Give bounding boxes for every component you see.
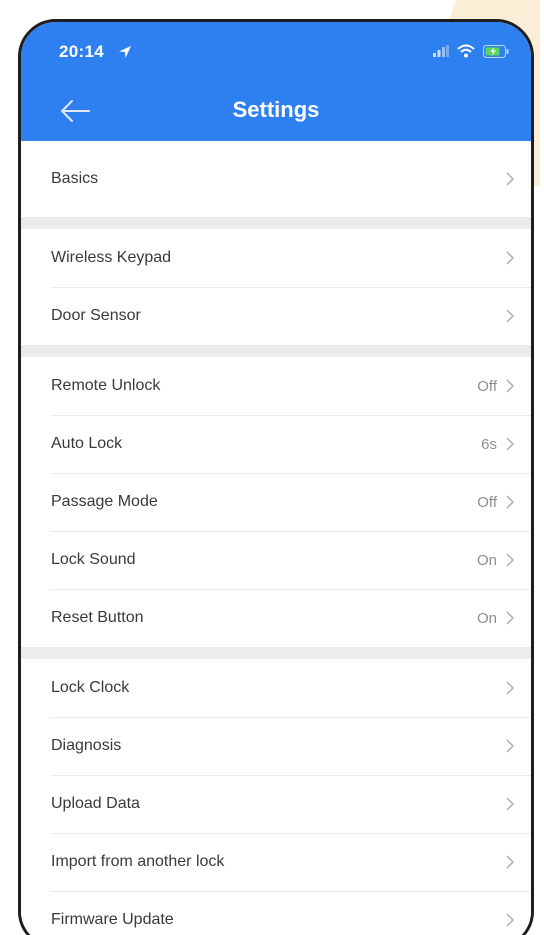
chevron-right-icon [506,611,515,625]
settings-row-import-from-another-lock[interactable]: Import from another lock [21,833,531,891]
settings-row-lock-sound[interactable]: Lock Sound On [21,531,531,589]
group-separator [21,345,531,357]
phone-frame: 20:14 Settings Basics Wireless Keypad Do… [18,19,534,935]
settings-group-lock-options: Remote Unlock Off Auto Lock 6s Passage M… [21,357,531,647]
settings-row-upload-data[interactable]: Upload Data [21,775,531,833]
row-label: Lock Clock [51,679,130,696]
group-separator [21,217,531,229]
settings-group-maintenance: Lock Clock Diagnosis Upload Data Import … [21,659,531,935]
chevron-right-icon [506,251,515,265]
row-value: On [476,551,497,569]
settings-group-accessories: Wireless Keypad Door Sensor [21,229,531,345]
row-value: Off [477,493,497,511]
status-icons [433,44,509,58]
row-label: Upload Data [51,795,140,812]
settings-row-firmware-update[interactable]: Firmware Update [21,891,531,935]
row-label: Remote Unlock [51,377,161,394]
app-header: 20:14 Settings [21,22,531,141]
group-separator [21,647,531,659]
row-label: Wireless Keypad [51,249,172,266]
row-label: Auto Lock [51,435,123,452]
status-time: 20:14 [59,42,104,61]
chevron-right-icon [506,495,515,509]
settings-row-basics[interactable]: Basics [21,141,531,217]
chevron-right-icon [506,913,515,927]
row-label: Basics [51,170,99,187]
settings-row-lock-clock[interactable]: Lock Clock [21,659,531,717]
row-label: Passage Mode [51,493,158,510]
chevron-right-icon [506,309,515,323]
row-value: Off [477,377,497,395]
chevron-right-icon [506,681,515,695]
chevron-right-icon [506,797,515,811]
chevron-right-icon [506,379,515,393]
settings-group-basics: Basics [21,141,531,217]
settings-row-wireless-keypad[interactable]: Wireless Keypad [21,229,531,287]
settings-row-door-sensor[interactable]: Door Sensor [21,287,531,345]
wifi-icon [457,44,475,58]
row-value: 6s [481,435,497,453]
row-label: Diagnosis [51,737,122,754]
row-label: Firmware Update [51,911,174,928]
row-label: Import from another lock [51,853,225,870]
chevron-right-icon [506,553,515,567]
page-title: Settings [232,97,320,122]
row-label: Reset Button [51,609,144,626]
chevron-right-icon [506,739,515,753]
chevron-right-icon [506,437,515,451]
settings-row-reset-button[interactable]: Reset Button On [21,589,531,647]
screenshot-page: 20:14 Settings Basics Wireless Keypad Do… [0,0,544,935]
settings-row-diagnosis[interactable]: Diagnosis [21,717,531,775]
row-value: On [476,609,497,627]
signal-icon [433,45,449,57]
settings-list: Basics Wireless Keypad Door Sensor Remot… [21,141,531,935]
battery-icon [483,44,509,58]
settings-row-passage-mode[interactable]: Passage Mode Off [21,473,531,531]
settings-row-remote-unlock[interactable]: Remote Unlock Off [21,357,531,415]
location-arrow-icon [119,46,131,58]
chevron-right-icon [506,855,515,869]
settings-row-auto-lock[interactable]: Auto Lock 6s [21,415,531,473]
row-label: Door Sensor [51,307,141,324]
chevron-right-icon [506,172,515,186]
row-label: Lock Sound [51,551,136,568]
